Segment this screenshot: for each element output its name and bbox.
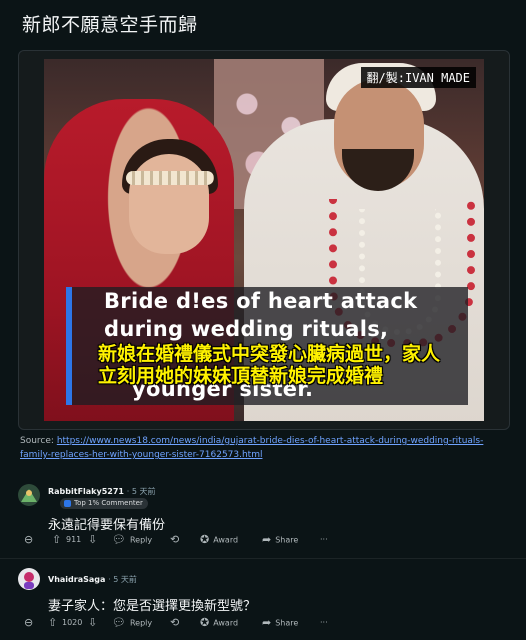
- caption-banner: Bride d!es of heart attack during weddin…: [66, 287, 468, 405]
- more-options-button[interactable]: ···: [320, 531, 328, 549]
- award-label: Award: [213, 618, 239, 628]
- downvote-button[interactable]: ⇩: [88, 614, 101, 632]
- ellipsis-icon: ···: [320, 535, 328, 544]
- caption-en-line-2: during wedding rituals,: [104, 317, 389, 341]
- reply-label: Reply: [129, 618, 153, 628]
- username[interactable]: VhaidraSaga: [48, 575, 105, 584]
- avatar[interactable]: [18, 484, 40, 506]
- award-button[interactable]: ✪ Award: [200, 614, 238, 632]
- award-label: Award: [213, 535, 239, 545]
- comment-body: 妻子家人：您是否選擇更換新型號？: [48, 599, 257, 614]
- vote-count: 1020: [62, 618, 83, 627]
- share-arrow-icon: ➦: [262, 533, 272, 546]
- minus-circle-icon: ⊖: [24, 533, 34, 546]
- caption-zh-line-2: 立刻用她的妹妹頂替新娘完成婚禮: [98, 365, 384, 387]
- share-button[interactable]: ➦ Share: [262, 531, 298, 549]
- award-icon: ✪: [200, 533, 210, 546]
- share-arrow-icon: ➦: [262, 616, 272, 629]
- comment-author[interactable]: VhaidraSaga · 5 天前: [48, 574, 137, 585]
- post-media[interactable]: 翻/製:IVAN MADE Bride d!es of heart attack…: [18, 50, 510, 430]
- collapse-button[interactable]: ⊖: [24, 531, 37, 549]
- source-link[interactable]: https://www.news18.com/news/india/gujara…: [20, 436, 483, 460]
- more-options-button[interactable]: ···: [320, 614, 328, 632]
- reply-button[interactable]: 💬︎ Reply: [112, 614, 152, 632]
- share-arrow-icon: ⟲: [170, 533, 180, 546]
- source-line: Source: https://www.news18.com/news/indi…: [20, 434, 500, 462]
- vote-count: 911: [66, 535, 82, 544]
- comment: RabbitFlaky5271 · 5 天前 Top 1% Commenter …: [18, 484, 508, 550]
- collapse-button[interactable]: ⊖: [24, 614, 37, 632]
- comment-divider: [0, 558, 526, 559]
- ellipsis-icon: ···: [320, 618, 328, 627]
- reply-label: Reply: [129, 535, 153, 545]
- caption-en-line-1: Bride d!es of heart attack: [104, 289, 418, 313]
- arrow-up-icon: ⇧: [52, 533, 62, 546]
- speech-bubble-icon: 💬︎: [112, 533, 126, 546]
- reply-button[interactable]: 💬︎ Reply: [112, 531, 152, 549]
- mod-action-button[interactable]: ⟲: [170, 531, 183, 549]
- speech-bubble-icon: 💬︎: [112, 616, 126, 629]
- downvote-button[interactable]: ⇩: [88, 531, 101, 549]
- username[interactable]: RabbitFlaky5271: [48, 487, 124, 496]
- bride-jewelry: [126, 171, 214, 185]
- award-icon: ✪: [200, 616, 210, 629]
- share-arrow-icon: ⟲: [170, 616, 180, 629]
- upvote-button[interactable]: ⇧: [52, 531, 65, 549]
- image-credit: 翻/製:IVAN MADE: [360, 67, 476, 88]
- arrow-down-icon: ⇩: [88, 616, 98, 629]
- award-button[interactable]: ✪ Award: [200, 531, 238, 549]
- share-label: Share: [275, 618, 299, 628]
- source-label: Source:: [20, 436, 54, 446]
- share-button[interactable]: ➦ Share: [262, 614, 298, 632]
- avatar-icon: [18, 484, 40, 506]
- arrow-down-icon: ⇩: [88, 533, 98, 546]
- avatar-icon: [18, 568, 40, 590]
- avatar[interactable]: [18, 568, 40, 590]
- post-title: 新郎不願意空手而歸: [22, 14, 198, 36]
- bride-face: [129, 154, 209, 254]
- comment-time: · 5 天前: [126, 487, 156, 496]
- mod-action-button[interactable]: ⟲: [170, 614, 183, 632]
- user-flair: Top 1% Commenter: [60, 498, 148, 509]
- upvote-button[interactable]: ⇧: [48, 614, 61, 632]
- arrow-up-icon: ⇧: [48, 616, 58, 629]
- post-image: 翻/製:IVAN MADE Bride d!es of heart attack…: [44, 59, 484, 421]
- comment-time: · 5 天前: [108, 575, 137, 584]
- minus-circle-icon: ⊖: [24, 616, 34, 629]
- comment-author[interactable]: RabbitFlaky5271 · 5 天前: [48, 486, 156, 497]
- share-label: Share: [275, 535, 299, 545]
- comment: VhaidraSaga · 5 天前 妻子家人：您是否選擇更換新型號？ ⊖ ⇧ …: [18, 568, 508, 638]
